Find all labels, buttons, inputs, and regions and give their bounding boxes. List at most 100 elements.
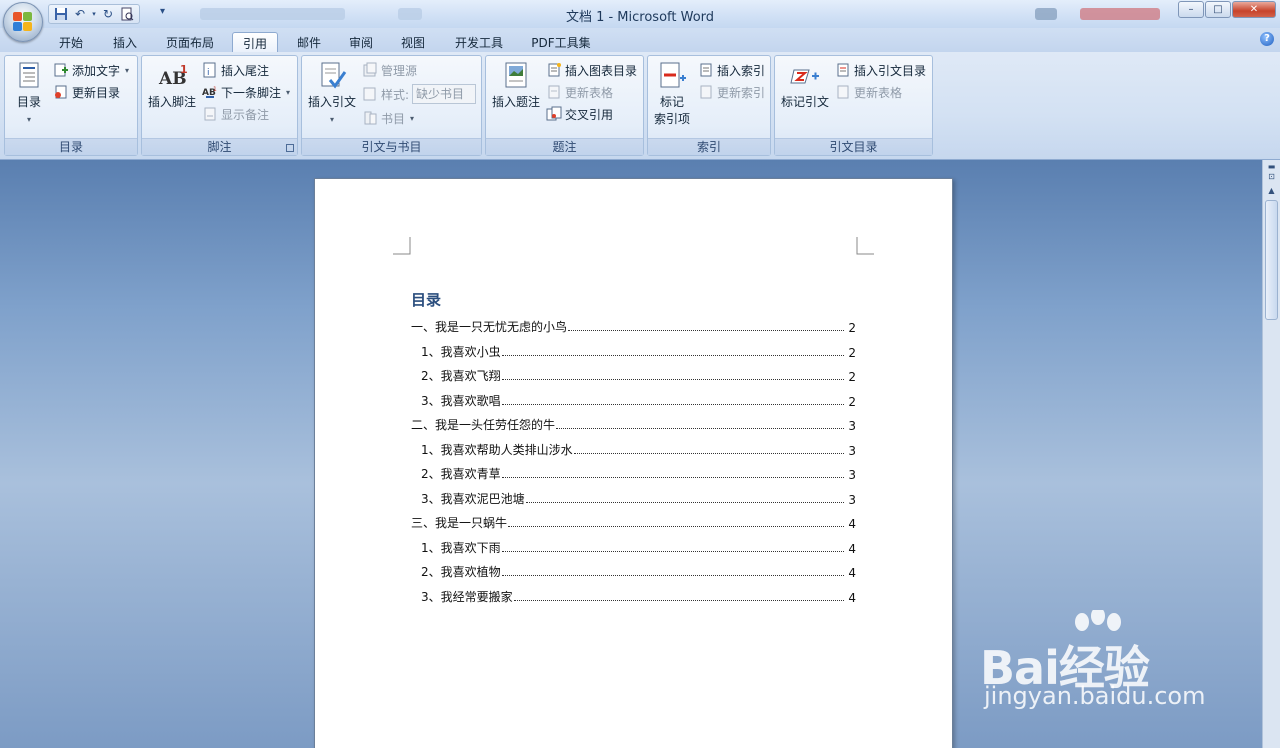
toc-entry[interactable]: 1、我喜欢帮助人类排山涉水 3	[421, 442, 856, 458]
group-citations: 插入引文 ▾ 管理源 样式: 缺少书目 书目 ▾ 引文与书目	[301, 55, 482, 156]
toc-leader-dots	[525, 501, 844, 503]
insert-footnote-button[interactable]: AB 1 插入脚注	[144, 60, 200, 111]
style-select[interactable]: 缺少书目	[412, 84, 477, 104]
tab-insert[interactable]: 插入	[102, 32, 148, 52]
group-footnotes: AB 1 插入脚注 i 插入尾注 AB 1 下一条脚注 ▾ 显示备注 脚注	[141, 55, 298, 156]
scroll-up-arrow-icon[interactable]: ▲	[1264, 184, 1279, 198]
window-controls: – □ ✕	[1178, 1, 1276, 18]
tab-pdf-tools[interactable]: PDF工具集	[522, 32, 600, 52]
toc-entry[interactable]: 3、我经常要搬家 4	[421, 589, 856, 605]
cross-reference-button[interactable]: 交叉引用	[546, 104, 613, 124]
toc-page-number: 2	[848, 370, 856, 384]
toc-entry[interactable]: 一、我是一只无忧无虑的小鸟 2	[411, 319, 856, 335]
minimize-button[interactable]: –	[1178, 1, 1204, 18]
toc-leader-dots	[501, 403, 844, 405]
manage-sources-button[interactable]: 管理源	[362, 60, 417, 80]
toc-button[interactable]: 目录 ▾	[9, 60, 49, 128]
next-footnote-icon: AB 1	[202, 84, 218, 100]
add-text-button[interactable]: 添加文字 ▾	[53, 60, 129, 80]
group-captions: 插入题注 插入图表目录 更新表格 交叉引用 题注	[485, 55, 644, 156]
mark-citation-label: 标记引文	[780, 95, 829, 109]
toc-entry[interactable]: 1、我喜欢小虫 2	[421, 344, 856, 360]
update-toc-button[interactable]: 更新目录	[53, 82, 120, 102]
toc-leader-dots	[568, 330, 844, 331]
style-icon	[362, 86, 378, 102]
toc-entry-text: 1、我喜欢下雨	[421, 540, 501, 555]
cross-reference-icon	[546, 106, 562, 122]
tab-page-layout[interactable]: 页面布局	[156, 32, 224, 52]
update-toc-label: 更新目录	[72, 85, 121, 100]
toc-leader-dots	[573, 452, 844, 454]
toc-leader-dots	[556, 428, 844, 429]
chevron-down-icon: ▾	[125, 65, 130, 75]
toc-entry[interactable]: 2、我喜欢飞翔 2	[421, 368, 856, 384]
toc-page-number: 2	[848, 321, 856, 335]
group-captions-label: 题注	[486, 138, 643, 155]
toc-entry[interactable]: 二、我是一头任劳任怨的牛 3	[411, 417, 856, 433]
toc-entry-text: 一、我是一只无忧无虑的小鸟	[411, 320, 568, 334]
next-footnote-label: 下一条脚注	[221, 85, 282, 100]
insert-citation-icon	[321, 62, 347, 89]
help-icon[interactable]: ?	[1260, 32, 1274, 46]
chevron-down-icon: ▾	[26, 115, 31, 124]
bibliography-label: 书目	[381, 111, 406, 126]
toc-entry[interactable]: 3、我喜欢歌唱 2	[421, 393, 856, 409]
toc-entry[interactable]: 3、我喜欢泥巴池塘 3	[421, 491, 856, 507]
title-bar: ↶ ▾ ↻ ▾ 文档 1 - Microsoft Word – □ ✕	[0, 0, 1280, 42]
next-footnote-button[interactable]: AB 1 下一条脚注 ▾	[202, 82, 290, 102]
mark-citation-button[interactable]: 标记引文	[777, 60, 833, 111]
tab-home[interactable]: 开始	[48, 32, 94, 52]
bibliography-button[interactable]: 书目 ▾	[362, 108, 414, 128]
mark-entry-button[interactable]: 标记 索引项	[650, 60, 694, 128]
toc-entry[interactable]: 2、我喜欢青草 3	[421, 466, 856, 482]
update-toa-icon	[835, 84, 851, 100]
show-notes-button[interactable]: 显示备注	[202, 104, 269, 124]
toc-entry[interactable]: 1、我喜欢下雨 4	[421, 540, 856, 556]
close-button[interactable]: ✕	[1232, 1, 1276, 18]
toc-leader-dots	[508, 526, 844, 527]
vertical-scrollbar[interactable]: ▬ ⊡ ▲	[1262, 160, 1280, 748]
manage-sources-label: 管理源	[381, 63, 418, 78]
document-page[interactable]: 目录 一、我是一只无忧无虑的小鸟 2 1、我喜欢小虫 2 2、我喜欢飞翔 2 3、我喜欢歌唱…	[314, 178, 953, 748]
update-toa-button[interactable]: 更新表格	[835, 82, 902, 102]
dialog-launcher-icon[interactable]	[286, 144, 294, 152]
svg-text:i: i	[207, 68, 210, 78]
mark-entry-icon	[660, 62, 686, 88]
insert-caption-button[interactable]: 插入题注	[488, 60, 544, 111]
update-index-button[interactable]: 更新索引	[698, 82, 765, 102]
toc-button-label: 目录	[16, 95, 41, 109]
toc-page-number: 2	[848, 345, 856, 360]
office-logo-icon	[13, 12, 33, 32]
endnote-icon: i	[202, 62, 218, 78]
toc-entry[interactable]: 三、我是一只蜗牛 4	[411, 515, 856, 531]
insert-index-label: 插入索引	[717, 63, 766, 78]
baidu-jingyan-watermark: Bai经验 jingyan.baidu.com	[980, 610, 1220, 722]
toc-entry-text: 2、我喜欢青草	[421, 467, 501, 481]
tab-developer[interactable]: 开发工具	[444, 32, 514, 52]
tab-review[interactable]: 审阅	[338, 32, 384, 52]
maximize-button[interactable]: □	[1205, 1, 1231, 18]
update-table-button[interactable]: 更新表格	[546, 82, 613, 102]
insert-index-button[interactable]: 插入索引	[698, 60, 765, 80]
toc-page-number: 4	[848, 517, 856, 531]
toc-leader-dots	[513, 599, 844, 601]
office-button[interactable]	[3, 2, 43, 42]
insert-toa-button[interactable]: 插入引文目录	[835, 60, 926, 80]
bibliography-icon	[362, 110, 378, 126]
style-control: 样式: 缺少书目	[362, 84, 477, 104]
insert-endnote-button[interactable]: i 插入尾注	[202, 60, 269, 80]
add-text-label: 添加文字	[72, 63, 121, 78]
toc-entry[interactable]: 2、我喜欢植物 4	[421, 564, 856, 580]
scrollbar-thumb[interactable]	[1265, 200, 1278, 320]
insert-toa-icon	[835, 62, 851, 78]
tab-view[interactable]: 视图	[390, 32, 436, 52]
insert-table-of-figures-button[interactable]: 插入图表目录	[546, 60, 637, 80]
tab-mailings[interactable]: 邮件	[286, 32, 332, 52]
update-index-icon	[698, 84, 714, 100]
view-ruler-icon[interactable]: ⊡	[1264, 170, 1279, 184]
insert-citation-button[interactable]: 插入引文 ▾	[306, 60, 358, 128]
cross-reference-label: 交叉引用	[565, 107, 614, 122]
tab-references[interactable]: 引用	[232, 32, 278, 52]
toc-page-number: 3	[848, 468, 856, 482]
show-notes-icon	[202, 106, 218, 122]
